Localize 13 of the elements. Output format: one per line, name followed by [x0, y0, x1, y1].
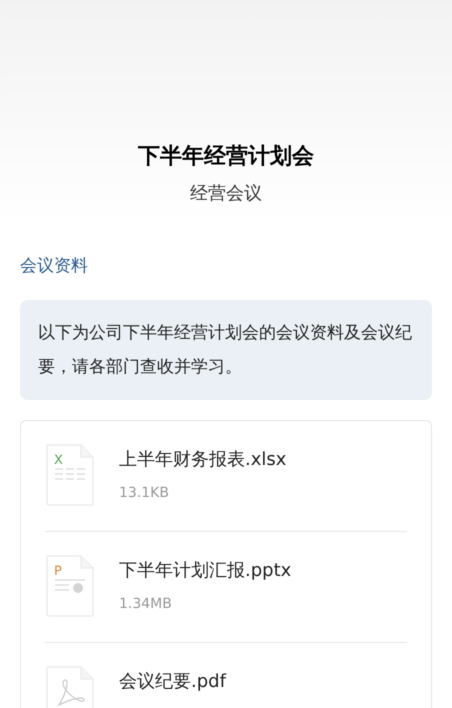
file-type-letter: P — [54, 565, 62, 579]
document-icon — [45, 443, 95, 507]
file-name[interactable]: 下半年计划汇报.pptx — [119, 556, 292, 586]
notice-text: 以下为公司下半年经营计划会的会议资料及会议纪要，请各部门查收并学习。 — [20, 300, 432, 400]
file-size: 1.34MB — [119, 595, 173, 614]
file-type-letter: X — [54, 454, 63, 468]
file-size: 13.1KB — [119, 484, 170, 503]
page-title: 下半年经营计划会 — [138, 143, 314, 171]
section-title: 会议资料 — [20, 255, 89, 278]
file-name[interactable]: 会议纪要.pdf — [119, 667, 226, 697]
file-name[interactable]: 上半年财务报表.xlsx — [119, 445, 286, 475]
page-subtitle: 经营会议 — [190, 182, 262, 206]
document-icon — [45, 554, 95, 618]
